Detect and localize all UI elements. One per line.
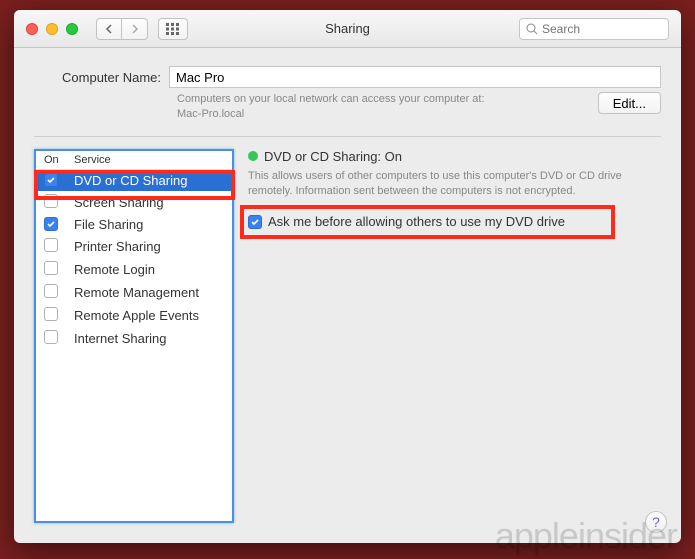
service-checkbox[interactable] bbox=[44, 261, 58, 275]
service-label: Remote Apple Events bbox=[74, 308, 199, 323]
window-title: Sharing bbox=[325, 21, 370, 36]
computer-name-description: Computers on your local network can acce… bbox=[177, 92, 582, 122]
zoom-icon[interactable] bbox=[66, 23, 78, 35]
status-label: DVD or CD Sharing: On bbox=[264, 149, 402, 164]
desc-line1: Computers on your local network can acce… bbox=[177, 93, 485, 105]
close-icon[interactable] bbox=[26, 23, 38, 35]
search-input[interactable] bbox=[542, 22, 662, 36]
header-service: Service bbox=[74, 154, 111, 166]
service-label: Remote Management bbox=[74, 285, 199, 300]
service-checkbox-wrap bbox=[44, 261, 74, 278]
search-icon bbox=[526, 23, 538, 35]
status-dot-icon bbox=[248, 151, 258, 161]
service-row[interactable]: File Sharing bbox=[36, 214, 232, 235]
content: Computer Name: Computers on your local n… bbox=[14, 48, 681, 543]
service-checkbox[interactable] bbox=[44, 330, 58, 344]
service-row[interactable]: Remote Management bbox=[36, 281, 232, 304]
service-label: Screen Sharing bbox=[74, 195, 164, 210]
service-checkbox-wrap bbox=[44, 173, 74, 188]
service-checkbox[interactable] bbox=[44, 217, 58, 231]
service-checkbox[interactable] bbox=[44, 284, 58, 298]
service-row[interactable]: Screen Sharing bbox=[36, 191, 232, 214]
help-button[interactable]: ? bbox=[645, 511, 667, 533]
service-checkbox[interactable] bbox=[44, 173, 58, 187]
chevron-right-icon bbox=[131, 24, 139, 34]
ask-row: Ask me before allowing others to use my … bbox=[248, 214, 661, 229]
service-row[interactable]: Remote Apple Events bbox=[36, 304, 232, 327]
service-label: DVD or CD Sharing bbox=[74, 173, 187, 188]
edit-button[interactable]: Edit... bbox=[598, 92, 661, 114]
service-checkbox[interactable] bbox=[44, 194, 58, 208]
service-label: Printer Sharing bbox=[74, 239, 161, 254]
service-label: Remote Login bbox=[74, 262, 155, 277]
service-row[interactable]: Internet Sharing bbox=[36, 327, 232, 350]
check-icon bbox=[46, 175, 56, 185]
divider bbox=[34, 136, 661, 137]
window-controls bbox=[26, 23, 78, 35]
service-row[interactable]: DVD or CD Sharing bbox=[36, 170, 232, 191]
check-icon bbox=[250, 217, 260, 227]
ask-label: Ask me before allowing others to use my … bbox=[268, 214, 565, 229]
titlebar: Sharing bbox=[14, 10, 681, 48]
services-list: DVD or CD Sharing Screen Sharing File Shar… bbox=[36, 170, 232, 350]
service-checkbox-wrap bbox=[44, 330, 74, 347]
service-label: File Sharing bbox=[74, 217, 143, 232]
computer-name-row: Computer Name: bbox=[34, 48, 661, 88]
computer-name-description-row: Computers on your local network can acce… bbox=[34, 92, 661, 122]
nav-buttons bbox=[96, 18, 148, 40]
desc-line2: Mac-Pro.local bbox=[177, 108, 244, 120]
service-row[interactable]: Printer Sharing bbox=[36, 235, 232, 258]
service-row[interactable]: Remote Login bbox=[36, 258, 232, 281]
main-area: On Service DVD or CD Sharing Screen Shari… bbox=[34, 149, 661, 523]
ask-checkbox[interactable] bbox=[248, 215, 262, 229]
preferences-window: Sharing Computer Name: Computers on your… bbox=[14, 10, 681, 543]
service-checkbox[interactable] bbox=[44, 238, 58, 252]
show-all-button[interactable] bbox=[158, 18, 188, 40]
search-field[interactable] bbox=[519, 18, 669, 40]
service-checkbox-wrap bbox=[44, 307, 74, 324]
service-checkbox-wrap bbox=[44, 238, 74, 255]
forward-button[interactable] bbox=[122, 18, 148, 40]
header-on: On bbox=[44, 154, 74, 166]
computer-name-input[interactable] bbox=[169, 66, 661, 88]
info-text: This allows users of other computers to … bbox=[248, 169, 661, 199]
chevron-left-icon bbox=[105, 24, 113, 34]
service-checkbox[interactable] bbox=[44, 307, 58, 321]
detail-area: DVD or CD Sharing: On This allows users … bbox=[248, 149, 661, 523]
check-icon bbox=[46, 219, 56, 229]
service-label: Internet Sharing bbox=[74, 331, 167, 346]
service-checkbox-wrap bbox=[44, 284, 74, 301]
service-checkbox-wrap bbox=[44, 194, 74, 211]
service-checkbox-wrap bbox=[44, 217, 74, 232]
services-panel: On Service DVD or CD Sharing Screen Shari… bbox=[34, 149, 234, 523]
minimize-icon[interactable] bbox=[46, 23, 58, 35]
grid-icon bbox=[166, 23, 180, 35]
services-header: On Service bbox=[36, 151, 232, 170]
status-row: DVD or CD Sharing: On bbox=[248, 149, 661, 164]
back-button[interactable] bbox=[96, 18, 122, 40]
computer-name-label: Computer Name: bbox=[34, 70, 169, 85]
